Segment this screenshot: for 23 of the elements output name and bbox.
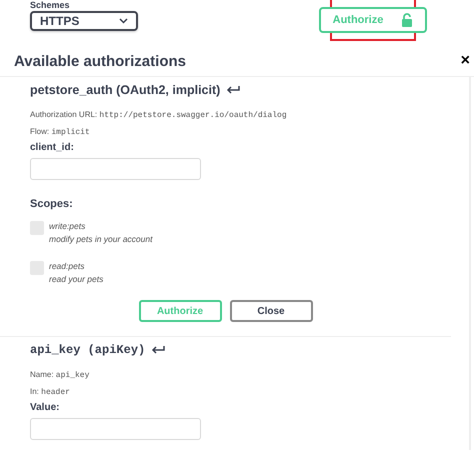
chevron-down-icon	[119, 18, 128, 24]
input-field[interactable]	[30, 158, 201, 180]
scopes-label: Scopes:	[30, 198, 74, 210]
detail-text: Name: api_key	[30, 369, 90, 382]
field-label: Value:	[30, 401, 60, 415]
close-button[interactable]: Close	[230, 300, 312, 322]
input-field[interactable]	[30, 418, 201, 440]
detail-text: Flow: implicit	[30, 126, 91, 139]
detail-text: In: header	[30, 386, 71, 399]
return-arrow-icon	[226, 85, 240, 95]
scope-name: write:pets	[49, 220, 86, 233]
schemes-select[interactable]: HTTPS	[30, 11, 138, 31]
detail-text: Authorization URL: http://petstore.swagger.io/oauth/dialog	[30, 109, 288, 122]
return-arrow-icon	[151, 345, 166, 355]
scope-description: modify pets in your account	[49, 233, 152, 246]
schemes-label: Schemes	[30, 0, 71, 10]
auth-scheme-title: petstore_auth (OAuth2, implicit)	[30, 83, 220, 97]
scope-name: read:pets	[49, 260, 86, 273]
scope-description: read your pets	[49, 273, 104, 286]
field-label: client_id:	[30, 141, 75, 155]
auth-scheme-title: api_key (apiKey)	[30, 343, 146, 357]
close-button[interactable]: ×	[460, 52, 470, 70]
modal-title: Available authorizations	[14, 52, 186, 70]
